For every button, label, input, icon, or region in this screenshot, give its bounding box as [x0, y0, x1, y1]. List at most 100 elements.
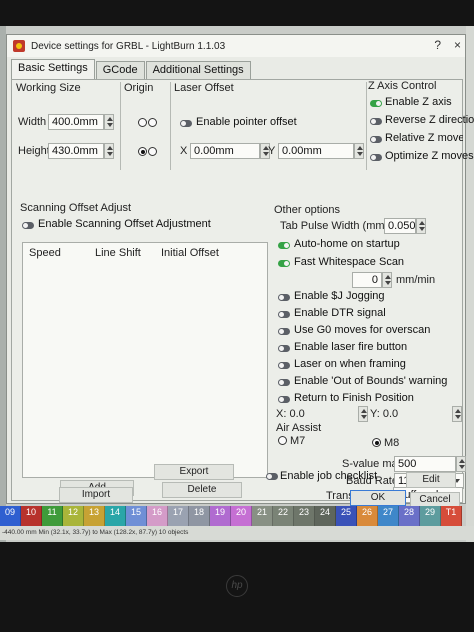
palette-swatch-16[interactable]: 16	[147, 506, 168, 526]
help-button[interactable]: ?	[434, 38, 441, 52]
origin-top-left-radio[interactable]	[138, 118, 147, 127]
laser-fire-button-toggle[interactable]	[278, 345, 290, 352]
enable-z-axis-toggle[interactable]	[370, 100, 382, 107]
palette-swatch-20[interactable]: 20	[231, 506, 252, 526]
palette-swatch-24[interactable]: 24	[315, 506, 336, 526]
scanning-offset-table[interactable]: Speed Line Shift Initial Offset	[22, 242, 268, 478]
optimize-z-toggle[interactable]	[370, 154, 382, 161]
column-initial-offset[interactable]: Initial Offset	[161, 247, 219, 259]
width-label: Width	[18, 116, 47, 128]
enable-j-jogging-label: Enable $J Jogging	[294, 290, 385, 302]
delete-button[interactable]: Delete	[162, 482, 242, 498]
finish-x-position[interactable]: X: 0.0	[276, 408, 305, 420]
relative-z-toggle[interactable]	[370, 136, 382, 143]
hp-logo-icon: hp	[226, 575, 248, 597]
reverse-z-toggle[interactable]	[370, 118, 382, 125]
laser-on-framing-label: Laser on when framing	[294, 358, 406, 370]
enable-scanning-offset-toggle[interactable]	[22, 222, 34, 229]
palette-swatch-09[interactable]: 09	[0, 506, 21, 526]
export-button[interactable]: Export	[154, 464, 234, 480]
enable-scanning-offset-label: Enable Scanning Offset Adjustment	[38, 218, 211, 230]
height-spinner[interactable]	[104, 143, 114, 159]
return-finish-toggle[interactable]	[278, 396, 290, 403]
reverse-z-label: Reverse Z direction	[385, 114, 474, 126]
whitespace-speed-spinner[interactable]	[382, 272, 392, 288]
enable-pointer-offset-toggle[interactable]	[180, 120, 192, 127]
relative-z-label: Relative Z moves onl	[385, 132, 463, 144]
settings-tabs: Basic Settings GCode Additional Settings	[11, 59, 252, 79]
return-finish-label: Return to Finish Position	[294, 392, 414, 404]
tab-pulse-input[interactable]: 0.050	[384, 218, 416, 234]
color-palette: 09 10 11 12 13 14 15 16 17 18 19 20 21 22 23 24 25 26 27 28…	[0, 506, 474, 526]
divider	[170, 82, 171, 170]
palette-swatch-17[interactable]: 17	[168, 506, 189, 526]
out-of-bounds-toggle[interactable]	[278, 379, 290, 386]
palette-swatch-21[interactable]: 21	[252, 506, 273, 526]
palette-swatch-10[interactable]: 10	[21, 506, 42, 526]
status-bar: -440.00 mm Min (32.1x, 33.7y) to Max (12…	[0, 526, 474, 540]
tab-pulse-label: Tab Pulse Width (mm)	[280, 220, 389, 232]
palette-swatch-26[interactable]: 26	[357, 506, 378, 526]
tab-additional-settings[interactable]: Additional Settings	[145, 61, 251, 79]
g0-overscan-label: Use G0 moves for overscan	[294, 324, 431, 336]
column-speed[interactable]: Speed	[29, 247, 61, 259]
offset-y-input[interactable]: 0.00mm	[278, 143, 354, 159]
import-button[interactable]: Import	[59, 487, 133, 503]
s-value-input[interactable]: 500	[394, 456, 456, 472]
s-value-spinner[interactable]	[456, 456, 466, 472]
palette-swatch-25[interactable]: 25	[336, 506, 357, 526]
auto-home-label: Auto-home on startup	[294, 238, 400, 250]
dialog-titlebar[interactable]: Device settings for GRBL - LightBurn 1.1…	[7, 35, 465, 57]
air-assist-label: Air Assist	[276, 422, 322, 434]
fast-whitespace-toggle[interactable]	[278, 260, 290, 267]
tab-gcode[interactable]: GCode	[95, 61, 145, 79]
origin-bottom-right-radio[interactable]	[148, 147, 157, 156]
air-assist-m8-radio[interactable]	[372, 438, 381, 447]
dialog-title: Device settings for GRBL - LightBurn 1.1…	[31, 40, 226, 52]
offset-y-spinner[interactable]	[354, 143, 364, 159]
enable-z-axis-label: Enable Z axis	[385, 96, 452, 108]
fast-whitespace-label: Fast Whitespace Scan	[294, 256, 405, 268]
close-button[interactable]: ×	[454, 38, 461, 52]
finish-x-spinner[interactable]	[358, 406, 368, 422]
finish-y-position[interactable]: Y: 0.0	[370, 408, 398, 420]
palette-swatch-12[interactable]: 12	[63, 506, 84, 526]
palette-swatch-11[interactable]: 11	[42, 506, 63, 526]
height-input[interactable]: 430.0mm	[48, 143, 104, 159]
origin-bottom-left-radio[interactable]	[138, 147, 147, 156]
column-line-shift[interactable]: Line Shift	[95, 247, 141, 259]
whitespace-speed-input[interactable]: 0	[352, 272, 382, 288]
tab-pulse-spinner[interactable]	[416, 218, 426, 234]
edit-checklist-button[interactable]: Edit	[406, 472, 456, 488]
enable-dtr-toggle[interactable]	[278, 311, 290, 318]
palette-swatch-19[interactable]: 19	[210, 506, 231, 526]
auto-home-toggle[interactable]	[278, 242, 290, 249]
width-input[interactable]: 400.0mm	[48, 114, 104, 130]
out-of-bounds-label: Enable 'Out of Bounds' warning	[294, 375, 448, 387]
origin-top-right-radio[interactable]	[148, 118, 157, 127]
job-checklist-toggle[interactable]	[266, 473, 278, 480]
g0-overscan-toggle[interactable]	[278, 328, 290, 335]
palette-swatch-13[interactable]: 13	[84, 506, 105, 526]
width-spinner[interactable]	[104, 114, 114, 130]
enable-j-jogging-toggle[interactable]	[278, 294, 290, 301]
finish-y-spinner[interactable]	[452, 406, 462, 422]
palette-swatch-23[interactable]: 23	[294, 506, 315, 526]
palette-swatch-14[interactable]: 14	[105, 506, 126, 526]
height-label: Height	[18, 145, 50, 157]
palette-swatch-27[interactable]: 27	[378, 506, 399, 526]
palette-swatch-22[interactable]: 22	[273, 506, 294, 526]
origin-title: Origin	[124, 82, 154, 94]
palette-swatch-T1[interactable]: T1	[441, 506, 462, 526]
ok-button[interactable]: OK	[350, 490, 406, 506]
palette-swatch-29[interactable]: 29	[420, 506, 441, 526]
tab-basic-settings[interactable]: Basic Settings	[11, 59, 95, 79]
air-assist-m8-label: M8	[384, 437, 400, 449]
offset-x-input[interactable]: 0.00mm	[190, 143, 260, 159]
divider	[120, 82, 121, 170]
laser-on-framing-toggle[interactable]	[278, 362, 290, 369]
palette-swatch-18[interactable]: 18	[189, 506, 210, 526]
palette-swatch-15[interactable]: 15	[126, 506, 147, 526]
palette-swatch-28[interactable]: 28	[399, 506, 420, 526]
air-assist-m7-radio[interactable]	[278, 436, 287, 445]
